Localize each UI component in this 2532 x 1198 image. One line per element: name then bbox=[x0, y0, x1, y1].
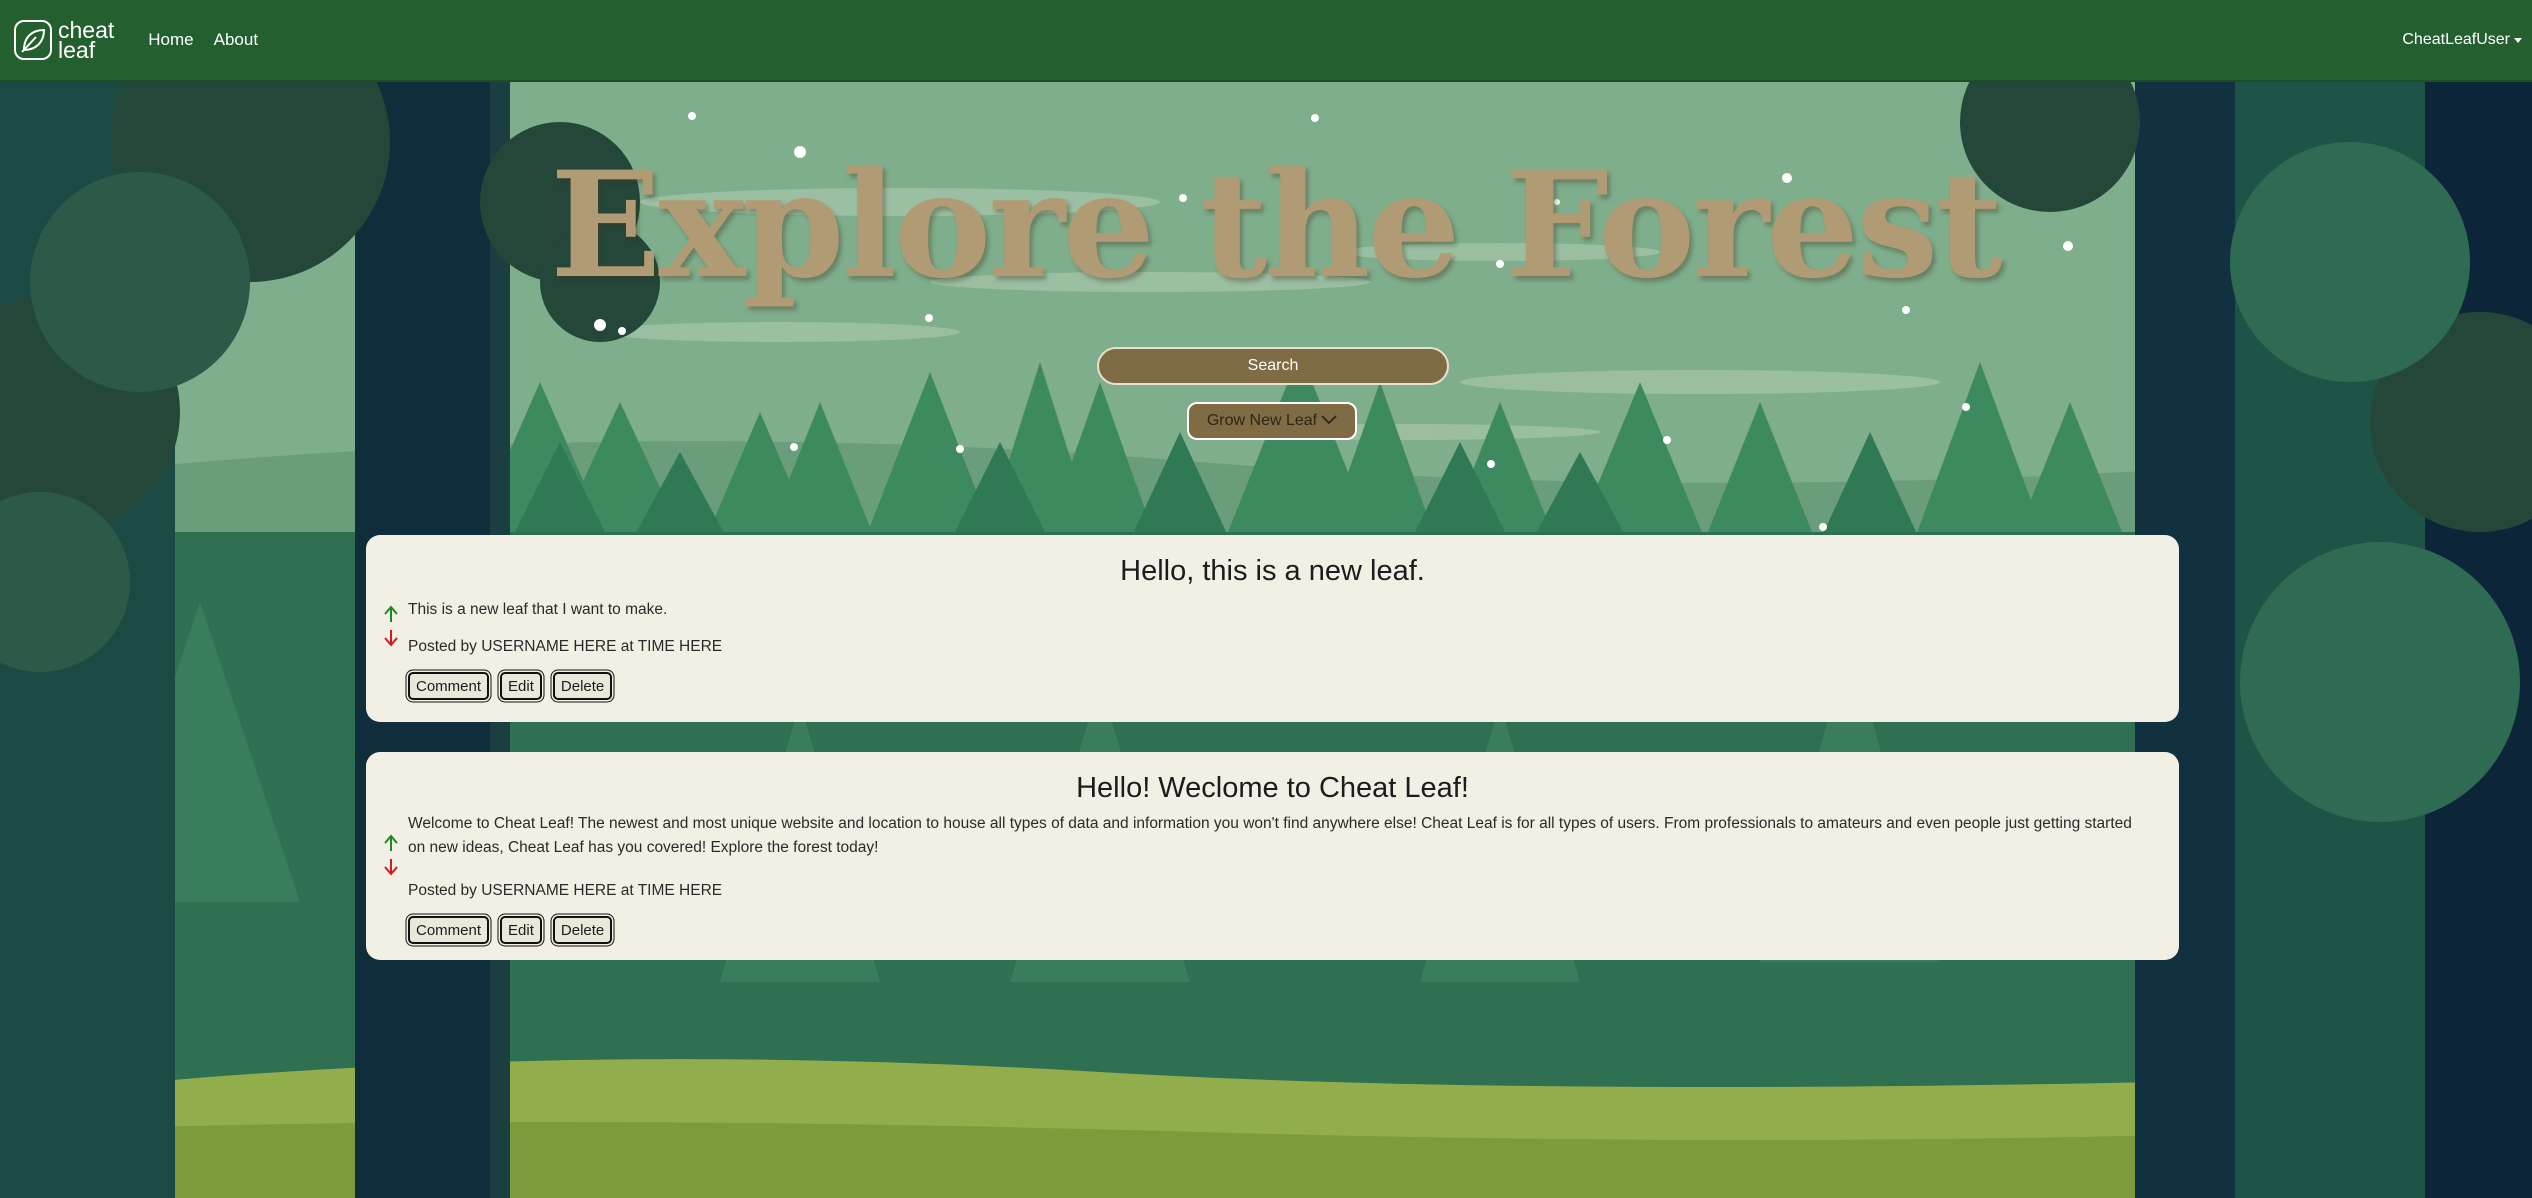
leaf-icon bbox=[14, 20, 52, 60]
arrow-up-icon[interactable] bbox=[383, 834, 399, 852]
brand-line-2: leaf bbox=[58, 37, 96, 63]
post-body: This is a new leaf that I want to make. bbox=[408, 601, 668, 618]
nav-about-link[interactable]: About bbox=[214, 30, 258, 50]
delete-button[interactable]: Delete bbox=[552, 672, 613, 700]
arrow-down-icon[interactable] bbox=[383, 858, 399, 876]
navbar: cheat leaf Home About CheatLeafUser bbox=[0, 0, 2532, 82]
post-title: Hello! Weclome to Cheat Leaf! bbox=[1076, 772, 1469, 804]
arrow-down-icon[interactable] bbox=[383, 629, 399, 647]
caret-down-icon bbox=[2514, 37, 2522, 43]
post-meta: Posted by USERNAME HERE at TIME HERE bbox=[408, 638, 723, 655]
vote-controls bbox=[383, 834, 399, 876]
edit-button[interactable]: Edit bbox=[500, 916, 542, 944]
brand-name: cheat leaf bbox=[58, 19, 114, 63]
vote-controls bbox=[383, 605, 399, 647]
comment-button[interactable]: Comment bbox=[408, 916, 490, 944]
comment-button[interactable]: Comment bbox=[408, 672, 490, 700]
post-meta: Posted by USERNAME HERE at TIME HERE bbox=[408, 882, 723, 899]
user-menu-dropdown[interactable]: CheatLeafUser bbox=[2402, 31, 2522, 49]
arrow-up-icon[interactable] bbox=[383, 605, 399, 623]
post-card: Hello! Weclome to Cheat Leaf! Welcome to… bbox=[366, 752, 2179, 960]
search-button[interactable]: Search bbox=[1097, 347, 1449, 385]
nav-home-link[interactable]: Home bbox=[148, 30, 193, 50]
hero-title: Explore the Forest bbox=[550, 140, 2003, 311]
post-title: Hello, this is a new leaf. bbox=[1120, 555, 1425, 587]
chevron-down-icon bbox=[1321, 412, 1337, 430]
grow-new-leaf-label: Grow New Leaf bbox=[1206, 412, 1318, 429]
post-card: Hello, this is a new leaf. This is a new… bbox=[366, 535, 2179, 722]
post-actions: Comment Edit Delete bbox=[408, 672, 613, 700]
post-body: Welcome to Cheat Leaf! The newest and mo… bbox=[408, 815, 2132, 856]
search-label: Search bbox=[1247, 357, 1299, 374]
delete-button[interactable]: Delete bbox=[552, 916, 613, 944]
grow-new-leaf-dropdown[interactable]: Grow New Leaf bbox=[1187, 402, 1357, 440]
post-actions: Comment Edit Delete bbox=[408, 916, 613, 944]
edit-button[interactable]: Edit bbox=[500, 672, 542, 700]
brand-logo-link[interactable]: cheat leaf bbox=[14, 19, 114, 63]
nav-links: Home About bbox=[148, 30, 258, 50]
username-label: CheatLeafUser bbox=[2402, 31, 2510, 48]
